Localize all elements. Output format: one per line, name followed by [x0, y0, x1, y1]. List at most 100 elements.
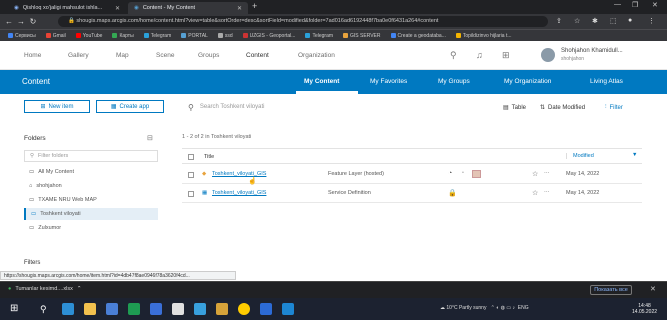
- star-icon[interactable]: ☆: [574, 17, 580, 25]
- row-checkbox[interactable]: [188, 191, 194, 197]
- forward-icon[interactable]: →: [15, 17, 27, 26]
- folder-label: Zulxumor: [38, 225, 62, 231]
- window-close-icon[interactable]: ✕: [652, 1, 658, 9]
- bookmark[interactable]: GIS SERVER: [343, 33, 381, 39]
- item-title-link[interactable]: Toshkent_viloyati_GIS: [212, 171, 266, 177]
- nav-groups[interactable]: Groups: [198, 52, 219, 59]
- folder-item-selected[interactable]: ▭ Toshkent viloyati: [24, 208, 158, 220]
- bookmark[interactable]: UZGIS - Geoportal...: [242, 33, 295, 39]
- language-indicator[interactable]: ENG: [518, 305, 529, 311]
- share-icon[interactable]: ⇪: [556, 17, 562, 25]
- chevron-up-icon[interactable]: ⌃: [77, 286, 82, 292]
- close-icon[interactable]: ✕: [650, 285, 656, 293]
- nav-map[interactable]: Map: [116, 52, 129, 59]
- filter-folders-input[interactable]: ⚲ Filter folders: [24, 150, 158, 162]
- bookmark[interactable]: Create a geodataba...: [390, 33, 446, 39]
- search-icon: ⚲: [188, 102, 194, 112]
- tab-living-atlas[interactable]: Living Atlas: [590, 78, 623, 85]
- word-icon[interactable]: [106, 303, 118, 315]
- clock[interactable]: 14:48 14.05.2022: [632, 303, 657, 315]
- modified-column-header[interactable]: Modified: [566, 153, 594, 159]
- bookmark[interactable]: Telegram: [143, 33, 171, 39]
- download-item[interactable]: ● Tumanlar kesimd....xlsx ⌃: [8, 286, 82, 292]
- bookmark[interactable]: ssd: [217, 33, 233, 39]
- user-menu[interactable]: Shohjahon Khamidull... shohjahon: [561, 47, 623, 63]
- bookmark[interactable]: Карты: [112, 33, 134, 39]
- bookmark[interactable]: Gmail: [45, 33, 66, 39]
- favorite-star-icon[interactable]: ☆: [532, 189, 538, 197]
- notifications-icon[interactable]: ♫: [476, 50, 483, 60]
- url-field[interactable]: 🔒 shougis.maps.arcgis.com/home/content.h…: [58, 16, 548, 27]
- nav-scene[interactable]: Scene: [156, 52, 174, 59]
- new-item-button[interactable]: ⊞ New item: [24, 100, 90, 113]
- profile-icon[interactable]: ●: [628, 17, 632, 24]
- table-view-button[interactable]: ▤ Table: [503, 104, 526, 112]
- filter-button[interactable]: ⫶ Filter: [605, 104, 623, 111]
- more-options-icon[interactable]: ···: [544, 170, 550, 176]
- folder-item[interactable]: ⌂ shohjahon: [24, 180, 158, 192]
- title-column-header[interactable]: Title: [204, 154, 214, 160]
- show-all-button[interactable]: Показать все: [590, 285, 632, 295]
- bookmark[interactable]: Topildizinvo hijlaria t...: [455, 33, 512, 39]
- arcgis-pro-icon[interactable]: [216, 303, 228, 315]
- avatar[interactable]: [541, 48, 555, 62]
- file-explorer-icon[interactable]: [84, 303, 96, 315]
- extension-icon[interactable]: ✱: [592, 17, 598, 25]
- telegram-icon[interactable]: [194, 303, 206, 315]
- clock-date: 14.05.2022: [632, 309, 658, 315]
- sort-button[interactable]: ⇅ Date Modified: [540, 104, 585, 112]
- tray-icons[interactable]: ⌃ ◐ ◍ ▭ ♪: [491, 305, 515, 311]
- create-app-button[interactable]: ▦ Create app: [96, 100, 164, 113]
- app-icon[interactable]: [260, 303, 272, 315]
- nav-content[interactable]: Content: [246, 52, 269, 59]
- table-row[interactable]: ▦ Toshkent_viloyati_GIS Service Definiti…: [182, 185, 642, 203]
- table-row[interactable]: ◆ Toshkent_viloyati_GIS ☝ Feature Layer …: [182, 166, 642, 185]
- folder-label: All My Content: [38, 169, 74, 175]
- reload-icon[interactable]: ↻: [27, 17, 39, 26]
- app-icon[interactable]: [150, 303, 162, 315]
- menu-icon[interactable]: ⋮: [648, 17, 655, 25]
- folder-item[interactable]: ▭ All My Content: [24, 166, 158, 178]
- new-tab-icon[interactable]: +: [252, 1, 257, 11]
- row-checkbox[interactable]: [188, 172, 194, 178]
- bookmark[interactable]: Сервисы: [8, 33, 36, 39]
- bookmark[interactable]: PORTAL: [181, 33, 208, 39]
- back-icon[interactable]: ←: [3, 17, 15, 26]
- result-count: 1 - 2 of 2 in Toshkent viloyati: [182, 134, 252, 140]
- excel-icon[interactable]: [128, 303, 140, 315]
- maximize-icon[interactable]: ❐: [632, 1, 638, 9]
- folder-item[interactable]: ▭ TXAME NRU Web MAP: [24, 194, 158, 206]
- app-launcher-icon[interactable]: ⊞: [502, 50, 510, 61]
- favorite-star-icon[interactable]: ☆: [532, 170, 538, 178]
- puzzle-icon[interactable]: ⬚: [610, 17, 617, 25]
- modified-date: May 14, 2022: [566, 190, 600, 196]
- select-all-checkbox[interactable]: [188, 154, 194, 160]
- more-options-icon[interactable]: ···: [544, 189, 550, 195]
- search-input[interactable]: ⚲ Search Toshkent viloyati: [182, 100, 488, 114]
- tab-my-favorites[interactable]: My Favorites: [370, 78, 407, 85]
- nav-home[interactable]: Home: [24, 52, 41, 59]
- nav-gallery[interactable]: Gallery: [68, 52, 89, 59]
- bookmark[interactable]: Telegram: [305, 33, 333, 39]
- close-icon[interactable]: ✕: [237, 5, 242, 12]
- nav-organization[interactable]: Organization: [298, 52, 335, 59]
- tab-my-content[interactable]: My Content: [304, 78, 339, 85]
- search-icon[interactable]: ⚲: [450, 50, 457, 61]
- app-icon[interactable]: [172, 303, 184, 315]
- tab-my-organization[interactable]: My Organization: [504, 78, 551, 85]
- windows-start-icon[interactable]: ⊞: [10, 303, 22, 315]
- close-icon[interactable]: ✕: [115, 5, 120, 12]
- bookmark[interactable]: YouTube: [75, 33, 102, 39]
- new-folder-icon[interactable]: ⊟: [147, 134, 153, 142]
- sort-desc-icon[interactable]: ▼: [632, 152, 637, 158]
- app-icon[interactable]: [282, 303, 294, 315]
- tab-my-groups[interactable]: My Groups: [438, 78, 470, 85]
- item-title-link[interactable]: Toshkent_viloyati_GIS: [212, 190, 266, 196]
- browser-tab[interactable]: ◉ Qishloq xo'jaligi mahsulot ishla... ✕: [8, 2, 126, 14]
- chrome-icon[interactable]: [238, 303, 250, 315]
- folder-item[interactable]: ▭ Zulxumor: [24, 222, 158, 234]
- task-view-icon[interactable]: [62, 303, 74, 315]
- search-icon[interactable]: ⚲: [40, 303, 52, 315]
- minimize-icon[interactable]: —: [614, 1, 621, 8]
- browser-tab-active[interactable]: ◉ Content - My Content ✕: [128, 2, 248, 14]
